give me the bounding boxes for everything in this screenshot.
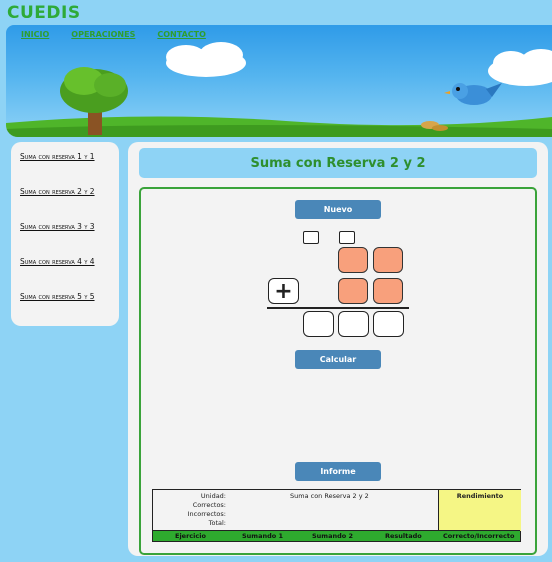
sidebar-item-suma-1[interactable]: Suma con reserva 1 y 1 (20, 152, 112, 161)
plus-operator: + (268, 278, 299, 304)
col-resultado: Resultado (385, 532, 422, 540)
col-correcto-incorrecto: Correcto/Incorrecto (443, 532, 515, 540)
col-ejercicio: Ejercicio (175, 532, 206, 540)
unidad-label: Unidad: (200, 492, 226, 500)
report-table: Unidad: Suma con Reserva 2 y 2 Correctos… (152, 489, 521, 542)
sidebar-item-suma-4[interactable]: Suma con reserva 4 y 4 (20, 257, 112, 266)
calcular-button[interactable]: Calcular (295, 350, 381, 369)
sidebar-item-suma-3[interactable]: Suma con reserva 3 y 3 (20, 222, 112, 231)
incorrectos-label: Incorrectos: (187, 510, 226, 518)
nav-operaciones-link[interactable]: OPERACIONES (71, 30, 135, 39)
nuevo-button[interactable]: Nuevo (295, 200, 381, 219)
addend-1-units-digit (373, 247, 403, 273)
answer-units-input[interactable] (373, 311, 404, 337)
addend-1-tens-digit (338, 247, 368, 273)
col-sumando-1: Sumando 1 (242, 532, 283, 540)
addend-2-units-digit (373, 278, 403, 304)
top-nav: INICIO OPERACIONES CONTACTO (21, 30, 228, 39)
sidebar-item-suma-5[interactable]: Suma con reserva 5 y 5 (20, 292, 112, 301)
correctos-label: Correctos: (192, 501, 226, 509)
report-header-row: Ejercicio Sumando 1 Sumando 2 Resultado … (153, 530, 520, 541)
page-title: Suma con Reserva 2 y 2 (139, 148, 537, 178)
nav-inicio-link[interactable]: INICIO (21, 30, 49, 39)
total-label: Total: (208, 519, 226, 527)
sum-line (267, 307, 409, 309)
landscape-illustration (6, 42, 552, 137)
carry-box-units[interactable] (339, 231, 355, 244)
rendimiento-cell: Rendimiento (438, 490, 521, 531)
nav-contacto-link[interactable]: CONTACTO (157, 30, 206, 39)
rendimiento-label: Rendimiento (456, 492, 504, 500)
unidad-value: Suma con Reserva 2 y 2 (290, 492, 369, 500)
exercise-panel: Nuevo + Calcular Informe Unidad: Suma co… (139, 187, 537, 555)
col-sumando-2: Sumando 2 (312, 532, 353, 540)
site-logo-text: CUEDIS (7, 3, 81, 23)
carry-box-tens[interactable] (303, 231, 319, 244)
main-panel: Suma con Reserva 2 y 2 Nuevo + Calcular … (128, 142, 548, 556)
sidebar-item-suma-2[interactable]: Suma con reserva 2 y 2 (20, 187, 112, 196)
informe-button[interactable]: Informe (295, 462, 381, 481)
header-banner: INICIO OPERACIONES CONTACTO (6, 25, 552, 137)
addend-2-tens-digit (338, 278, 368, 304)
sidebar: Suma con reserva 1 y 1 Suma con reserva … (11, 142, 119, 326)
answer-tens-input[interactable] (338, 311, 369, 337)
answer-hundreds-input[interactable] (303, 311, 334, 337)
